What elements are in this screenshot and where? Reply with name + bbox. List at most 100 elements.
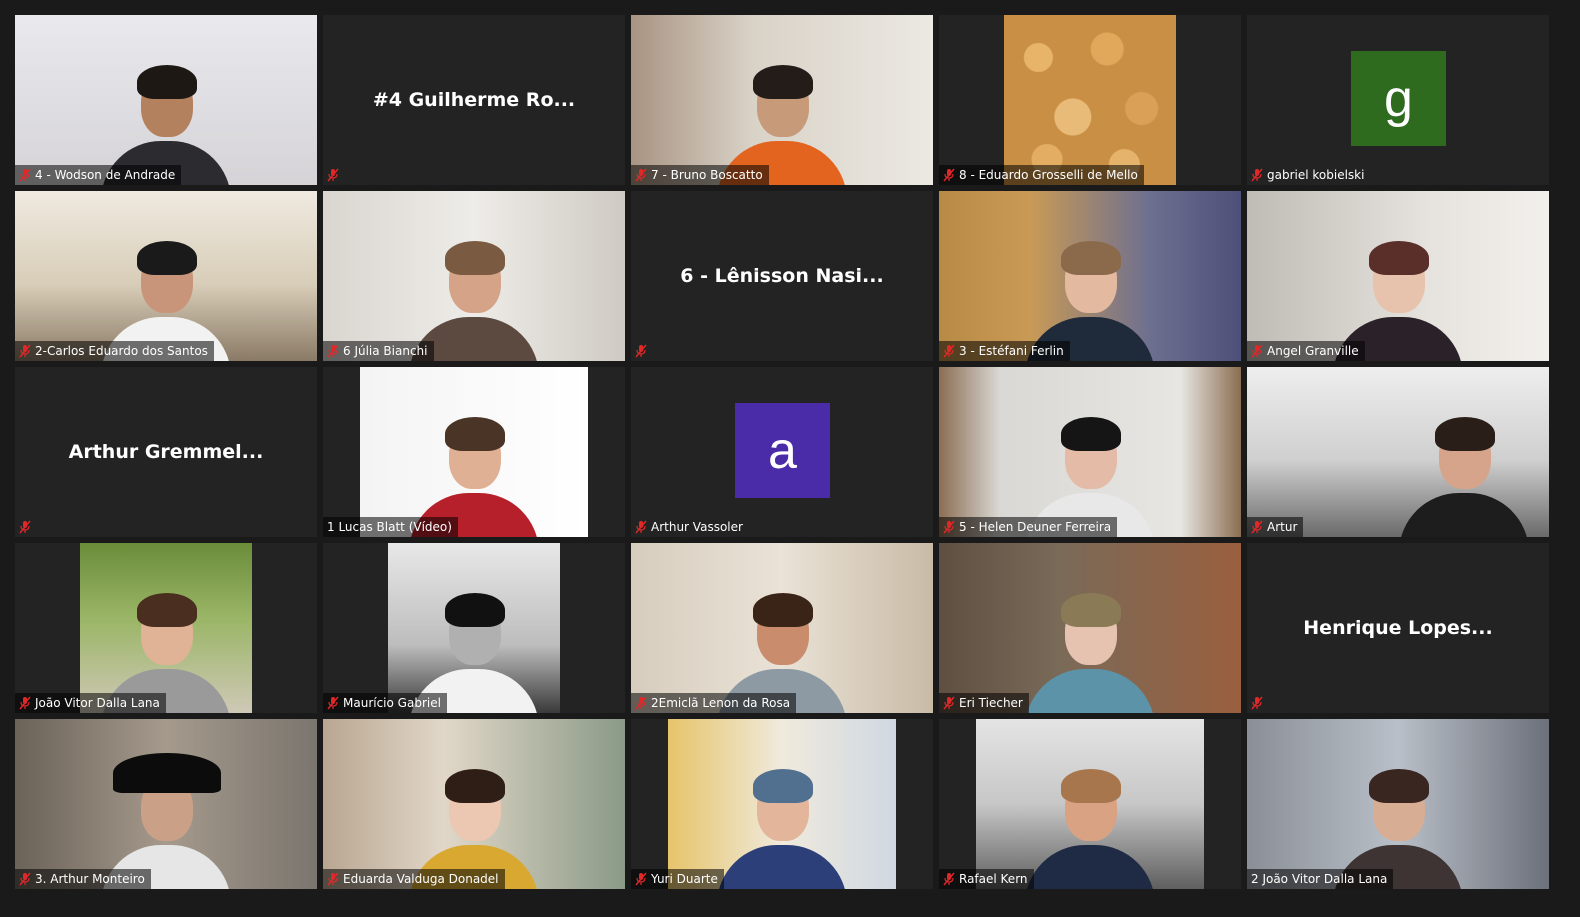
participant-name-label: 2-Carlos Eduardo dos Santos [15,341,214,361]
participant-name-label [1247,693,1269,713]
participant-name-label: 2Emiclã Lenon da Rosa [631,693,797,713]
participant-tile[interactable]: Arthur Gremmel... [15,367,317,537]
muted-mic-icon [19,168,31,182]
participant-tile[interactable]: Eri Tiecher [939,543,1241,713]
participant-silhouette [707,759,857,889]
participant-name-label: João Vitor Dalla Lana [15,693,166,713]
participant-tile[interactable]: 7 - Bruno Boscatto [631,15,933,185]
participant-video [80,543,252,713]
participant-silhouette [1389,407,1539,537]
participant-tile[interactable]: Yuri Duarte [631,719,933,889]
participant-name: gabriel kobielski [1267,168,1365,182]
participant-tile[interactable]: #4 Guilherme Ro... [323,15,625,185]
participant-video [15,15,317,185]
participant-tile[interactable]: 2Emiclã Lenon da Rosa [631,543,933,713]
participant-tile[interactable]: João Vitor Dalla Lana [15,543,317,713]
participant-profile-image [1004,15,1176,185]
participant-tile[interactable]: Rafael Kern [939,719,1241,889]
participant-video [939,543,1241,713]
participant-name: Eri Tiecher [959,696,1023,710]
participant-name-label: Rafael Kern [939,869,1034,889]
participant-video [1247,367,1549,537]
muted-mic-icon [635,696,647,710]
participant-tile[interactable]: a Arthur Vassoler [631,367,933,537]
muted-mic-icon [19,696,31,710]
participant-tile[interactable]: 4 - Wodson de Andrade [15,15,317,185]
muted-mic-icon [943,872,955,886]
participant-name-label [15,517,37,537]
participant-tile[interactable]: 8 - Eduardo Grosselli de Mello [939,15,1241,185]
participant-gallery: 4 - Wodson de Andrade #4 Guilherme Ro...… [0,0,1580,917]
participant-tile[interactable]: 3 - Estéfani Ferlin [939,191,1241,361]
muted-mic-icon [1251,344,1263,358]
participant-name-label: 8 - Eduardo Grosselli de Mello [939,165,1144,185]
participant-tile[interactable]: Maurício Gabriel [323,543,625,713]
participant-video [939,367,1241,537]
muted-mic-icon [943,344,955,358]
participant-name: 2Emiclã Lenon da Rosa [651,696,791,710]
participant-avatar: g [1351,51,1446,146]
participant-name: Angel Granville [1267,344,1359,358]
participant-video [631,543,933,713]
muted-mic-icon [635,344,647,358]
participant-display-name: Henrique Lopes... [1303,617,1493,639]
muted-mic-icon [1251,520,1263,534]
muted-mic-icon [327,872,339,886]
participant-tile[interactable]: Artur [1247,367,1549,537]
participant-tile[interactable]: 3. Arthur Monteiro [15,719,317,889]
participant-name-label: 5 - Helen Deuner Ferreira [939,517,1118,537]
participant-video [939,191,1241,361]
participant-tile[interactable]: Henrique Lopes... [1247,543,1549,713]
participant-tile[interactable]: 1 Lucas Blatt (Vídeo) [323,367,625,537]
participant-name: Arthur Vassoler [651,520,743,534]
participant-name: 1 Lucas Blatt (Vídeo) [327,520,452,534]
participant-tile[interactable]: Eduarda Valduga Donadel [323,719,625,889]
participant-video [1247,719,1549,889]
muted-mic-icon [943,168,955,182]
participant-display-name: 6 - Lênisson Nasi... [680,265,884,287]
participant-tile[interactable]: 6 Júlia Bianchi [323,191,625,361]
participant-name-label: 1 Lucas Blatt (Vídeo) [323,517,458,537]
participant-video [976,719,1204,889]
participant-name: 2-Carlos Eduardo dos Santos [35,344,208,358]
participant-tile[interactable]: 2-Carlos Eduardo dos Santos [15,191,317,361]
participant-name: 6 Júlia Bianchi [343,344,428,358]
muted-mic-icon [19,872,31,886]
participant-name-label: 2 João Vitor Dalla Lana [1247,869,1394,889]
participant-name: 2 João Vitor Dalla Lana [1251,872,1388,886]
participant-avatar: a [735,403,830,498]
participant-name-label [631,341,653,361]
muted-mic-icon [943,696,955,710]
participant-name-label: 3. Arthur Monteiro [15,869,151,889]
participant-name-label: 3 - Estéfani Ferlin [939,341,1070,361]
participant-tile[interactable]: g gabriel kobielski [1247,15,1549,185]
participant-name-label: Arthur Vassoler [631,517,749,537]
participant-tile[interactable]: 2 João Vitor Dalla Lana [1247,719,1549,889]
participant-name: 5 - Helen Deuner Ferreira [959,520,1112,534]
participant-video [323,719,625,889]
participant-tile[interactable]: 6 - Lênisson Nasi... [631,191,933,361]
participant-video [388,543,560,713]
participant-name: Eduarda Valduga Donadel [343,872,499,886]
participant-name-label: 7 - Bruno Boscatto [631,165,769,185]
participant-name: Artur [1267,520,1298,534]
participant-tile[interactable]: 5 - Helen Deuner Ferreira [939,367,1241,537]
participant-display-name: #4 Guilherme Ro... [372,89,576,111]
participant-tile[interactable]: Angel Granville [1247,191,1549,361]
participant-video [15,191,317,361]
participant-video [360,367,588,537]
participant-name-label: Maurício Gabriel [323,693,447,713]
muted-mic-icon [635,168,647,182]
participant-name-label: Artur [1247,517,1304,537]
participant-name: Maurício Gabriel [343,696,441,710]
participant-video [1247,191,1549,361]
muted-mic-icon [1251,696,1263,710]
muted-mic-icon [19,344,31,358]
participant-video [668,719,896,889]
participant-name-label: 4 - Wodson de Andrade [15,165,182,185]
participant-name-label: Eduarda Valduga Donadel [323,869,505,889]
participant-name-label: Yuri Duarte [631,869,724,889]
muted-mic-icon [327,344,339,358]
participant-silhouette [1015,583,1165,713]
participant-name: Yuri Duarte [651,872,718,886]
